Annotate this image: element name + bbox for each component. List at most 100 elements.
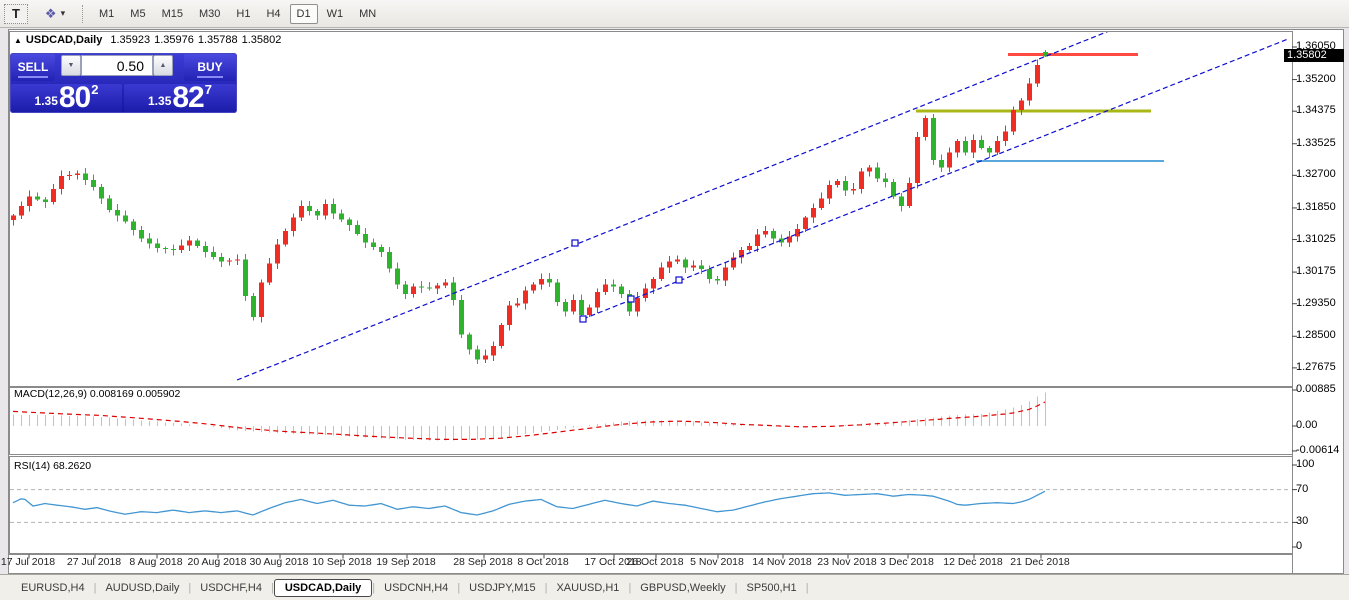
date-tick-label: 14 Nov 2018 (752, 556, 812, 568)
trendline-handle[interactable] (628, 296, 634, 302)
volume-increase-button[interactable]: ▲ (153, 55, 173, 76)
symbol-label: USDCAD,Daily (26, 34, 102, 46)
collapse-icon[interactable]: ▲ (14, 36, 22, 45)
candlestick (315, 211, 320, 216)
candlestick (851, 189, 856, 191)
chart-tab-eurusd[interactable]: EURUSD,H4 (12, 579, 94, 597)
candlestick (683, 260, 688, 268)
candlestick (579, 300, 584, 315)
arrows-tool-button[interactable]: ❖ ▾ (34, 4, 76, 24)
chart-tab-gbpusd[interactable]: GBPUSD,Weekly (631, 579, 734, 597)
candlestick (19, 206, 24, 216)
trendline-handle[interactable] (676, 277, 682, 283)
timeframe-button-h4[interactable]: H4 (259, 4, 287, 24)
date-tick-label: 19 Sep 2018 (376, 556, 436, 568)
candlestick (115, 210, 120, 216)
candlestick (555, 283, 560, 302)
candlestick (107, 198, 112, 209)
chart-tab-usdcnh[interactable]: USDCNH,H4 (375, 579, 457, 597)
date-tick-label: 17 Jul 2018 (1, 556, 55, 568)
date-tick-label: 3 Dec 2018 (880, 556, 934, 568)
timeframe-button-m15[interactable]: M15 (155, 4, 190, 24)
bid-price[interactable]: 1.35 80 2 (11, 84, 122, 112)
candlestick (427, 287, 432, 288)
candlestick (411, 286, 416, 294)
buy-button[interactable]: BUY (184, 54, 236, 81)
candlestick (307, 206, 312, 211)
text-tool-button[interactable]: T (4, 4, 28, 24)
macd-tick-label: 0.00885 (1296, 383, 1336, 395)
trendline-handle[interactable] (572, 240, 578, 246)
chart-tab-usdjpy[interactable]: USDJPY,M15 (460, 579, 544, 597)
candlestick (1011, 110, 1016, 131)
timeframe-button-w1[interactable]: W1 (320, 4, 351, 24)
candlestick (619, 286, 624, 294)
candlestick (1019, 101, 1024, 111)
chart-tab-xauusd[interactable]: XAUUSD,H1 (547, 579, 628, 597)
rsi-label: RSI(14) 68.2620 (14, 460, 91, 472)
bid-big-digits: 80 (59, 85, 90, 111)
candlestick (899, 196, 904, 206)
chart-title: ▲USDCAD,Daily1.359231.359761.357881.3580… (14, 34, 285, 46)
volume-input[interactable] (81, 55, 153, 76)
price-tick-label: 1.33525 (1296, 137, 1336, 149)
price-tick-label: 1.28500 (1296, 329, 1336, 341)
candlestick (635, 298, 640, 311)
candlestick (283, 231, 288, 244)
price-tick-label: 1.35200 (1296, 73, 1336, 85)
candlestick (67, 175, 72, 176)
sell-button[interactable]: SELL (11, 54, 55, 81)
timeframe-button-m5[interactable]: M5 (123, 4, 152, 24)
candlestick (363, 234, 368, 243)
ohlc-close: 1.35802 (242, 34, 282, 46)
candlestick (747, 246, 752, 250)
volume-decrease-button[interactable]: ▼ (61, 55, 81, 76)
candlestick (219, 257, 224, 262)
timeframe-group: M1M5M15M30H1H4D1W1MN (92, 4, 383, 24)
tab-separator: | (806, 582, 809, 594)
candlestick (939, 160, 944, 168)
timeframe-button-m1[interactable]: M1 (92, 4, 121, 24)
candlestick (99, 187, 104, 198)
candlestick (467, 334, 472, 349)
candlestick (267, 263, 272, 282)
candlestick (147, 239, 152, 244)
buy-label: BUY (197, 60, 222, 78)
candlestick (819, 198, 824, 208)
candlestick (835, 181, 840, 185)
candlestick (875, 168, 880, 179)
trendline-handle[interactable] (580, 316, 586, 322)
candlestick (955, 141, 960, 152)
timeframe-button-h1[interactable]: H1 (229, 4, 257, 24)
candlestick (755, 235, 760, 246)
candlestick (803, 217, 808, 228)
ohlc-low: 1.35788 (198, 34, 238, 46)
candlestick (515, 304, 520, 306)
ohlc-open: 1.35923 (110, 34, 150, 46)
candlestick (907, 183, 912, 206)
timeframe-button-d1[interactable]: D1 (290, 4, 318, 24)
candlestick (499, 325, 504, 346)
candlestick (603, 285, 608, 293)
candlestick (131, 221, 136, 230)
chart-tab-audusd[interactable]: AUDUSD,Daily (96, 579, 188, 597)
date-tick-label: 23 Nov 2018 (817, 556, 877, 568)
candlestick (843, 181, 848, 191)
candlestick (667, 262, 672, 268)
chart-tab-sp500[interactable]: SP500,H1 (738, 579, 806, 597)
candlestick (883, 178, 888, 182)
timeframe-button-mn[interactable]: MN (352, 4, 383, 24)
ask-price[interactable]: 1.35 82 7 (124, 84, 236, 112)
candlestick (1035, 65, 1040, 83)
candlestick (243, 260, 248, 296)
chart-tabs-bar: EURUSD,H4|AUDUSD,Daily|USDCHF,H4|USDCAD,… (0, 574, 1349, 600)
chart-tab-usdchf[interactable]: USDCHF,H4 (191, 579, 271, 597)
candlestick (83, 173, 88, 180)
candlestick (227, 261, 232, 262)
candlestick (435, 286, 440, 289)
candlestick (995, 141, 1000, 152)
candlestick (331, 204, 336, 214)
chart-tab-usdcad[interactable]: USDCAD,Daily (274, 579, 372, 597)
candlestick (651, 279, 656, 289)
timeframe-button-m30[interactable]: M30 (192, 4, 227, 24)
